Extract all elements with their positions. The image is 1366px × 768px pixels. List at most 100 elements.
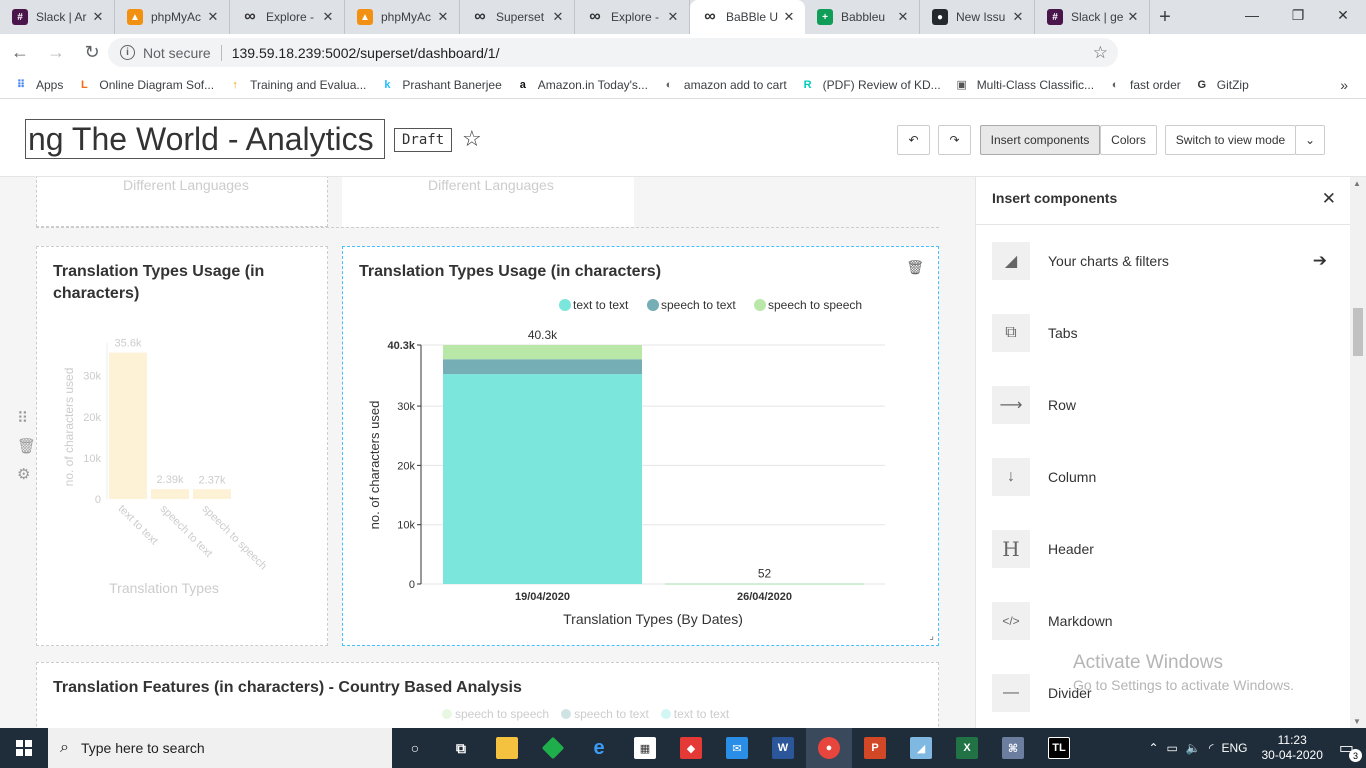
reload-button[interactable]: ↻ — [76, 37, 108, 69]
close-icon[interactable]: ✕ — [1322, 189, 1336, 209]
bookmark-item[interactable]: G GitZip — [1195, 78, 1248, 92]
battery-icon[interactable]: ▭ — [1167, 741, 1178, 755]
bookmark-item[interactable]: L Online Diagram Sof... — [77, 78, 214, 92]
store-icon[interactable]: ▦ — [622, 728, 668, 768]
cortana-icon[interactable]: ○ — [392, 728, 438, 768]
bookmark-item[interactable]: ↑ Training and Evalua... — [228, 78, 366, 92]
resize-handle-icon[interactable]: ⌟ — [929, 631, 934, 642]
browser-tab[interactable]: # Slack | ge ✕ — [1035, 0, 1150, 34]
file-explorer-icon[interactable] — [484, 728, 530, 768]
bookmarks-overflow-icon[interactable]: » — [1340, 77, 1348, 93]
task-view-icon[interactable]: ⧉ — [438, 728, 484, 768]
tab-close-icon[interactable]: ✕ — [205, 9, 221, 25]
scroll-up-icon[interactable]: ▲ — [1353, 179, 1361, 188]
bookmark-item[interactable]: ◐ fast order — [1108, 78, 1181, 92]
word-icon[interactable]: W — [760, 728, 806, 768]
bookmark-item[interactable]: ⠿ Apps — [14, 78, 64, 92]
legend-item[interactable]: text to text — [559, 298, 629, 312]
chart-card[interactable]: Translation Features (in characters) - C… — [36, 662, 939, 728]
legend-item[interactable]: speech to text — [561, 707, 649, 721]
favorite-star-icon[interactable]: ☆ — [462, 126, 482, 152]
tl-app-icon[interactable]: TL — [1036, 728, 1082, 768]
close-window-button[interactable]: ✕ — [1320, 0, 1366, 30]
windows-start-button[interactable] — [0, 728, 48, 768]
excel-icon[interactable]: X — [944, 728, 990, 768]
panel-scrollbar[interactable]: ▲ ▼ — [1350, 177, 1366, 728]
browser-tab[interactable]: ∞ BaBBle U ✕ — [690, 0, 805, 34]
tab-close-icon[interactable]: ✕ — [435, 9, 451, 25]
bookmark-item[interactable]: a Amazon.in Today's... — [516, 78, 648, 92]
minimize-button[interactable]: — — [1229, 0, 1275, 30]
tab-close-icon[interactable]: ✕ — [1125, 9, 1141, 25]
legend-item[interactable]: speech to speech — [754, 298, 862, 312]
tab-close-icon[interactable]: ✕ — [90, 9, 106, 25]
scroll-down-icon[interactable]: ▼ — [1353, 717, 1361, 726]
volume-icon[interactable]: 🔈 — [1186, 741, 1201, 755]
clock[interactable]: 11:23 30-04-2020 — [1261, 733, 1322, 763]
bookmark-item[interactable]: k Prashant Banerjee — [380, 78, 501, 92]
insert-component-item[interactable]: ⟶ Row — [992, 385, 1337, 425]
scrollbar-thumb[interactable] — [1353, 308, 1363, 356]
browser-tab[interactable]: ▲ phpMyAc ✕ — [115, 0, 230, 34]
trash-icon[interactable]: 🗑 — [17, 437, 36, 455]
dashboard-title-input[interactable]: ng The World - Analytics — [25, 119, 385, 159]
chart-card[interactable]: Translation Types Usage (in characters) … — [36, 246, 328, 646]
app-icon[interactable] — [530, 728, 576, 768]
omnibox[interactable]: i Not secure 139.59.18.239:5002/superset… — [108, 38, 1118, 67]
security-indicator[interactable]: i Not secure — [120, 45, 211, 61]
edge-icon[interactable]: e — [576, 728, 622, 768]
powerpoint-icon[interactable]: P — [852, 728, 898, 768]
trash-icon[interactable]: 🗑 — [906, 259, 924, 276]
insert-component-item[interactable]: ⧉ Tabs — [992, 313, 1337, 353]
bookmark-star-icon[interactable]: ☆ — [1093, 43, 1108, 63]
more-options-button[interactable]: ⌄ — [1295, 125, 1325, 155]
chart-card[interactable]: Different Languages — [342, 177, 634, 227]
insert-components-button[interactable]: Insert components — [980, 125, 1100, 155]
bookmark-item[interactable]: ▣ Multi-Class Classific... — [955, 78, 1094, 92]
insert-component-item[interactable]: H Header — [992, 529, 1337, 569]
legend-item[interactable]: text to text — [660, 707, 729, 721]
bookmark-item[interactable]: R (PDF) Review of KD... — [801, 78, 941, 92]
tab-close-icon[interactable]: ✕ — [895, 9, 911, 25]
tab-close-icon[interactable]: ✕ — [665, 9, 681, 25]
legend-item[interactable]: speech to speech — [442, 707, 549, 721]
forward-button[interactable]: → — [40, 37, 72, 69]
browser-tab[interactable]: ∞ Superset ✕ — [460, 0, 575, 34]
back-button[interactable]: ← — [4, 37, 36, 69]
insert-component-item[interactable]: ◢ Your charts & filters ➔ — [992, 241, 1337, 281]
chart-card-selected[interactable]: Translation Types Usage (in characters) … — [342, 246, 939, 646]
undo-button[interactable]: ↶ — [897, 125, 930, 155]
browser-tab[interactable]: # Slack | Ar ✕ — [0, 0, 115, 34]
redo-button[interactable]: ↷ — [938, 125, 971, 155]
new-tab-button[interactable]: + — [1150, 0, 1180, 34]
legend-item[interactable]: speech to text — [647, 298, 736, 312]
app-icon[interactable]: ◢ — [898, 728, 944, 768]
insert-component-item[interactable]: </> Markdown — [992, 601, 1337, 641]
notification-center-icon[interactable]: ▭ 3 — [1339, 738, 1362, 762]
wifi-icon[interactable]: ◜ — [1209, 741, 1214, 755]
network-app-icon[interactable]: ⌘ — [990, 728, 1036, 768]
switch-to-view-mode-button[interactable]: Switch to view mode — [1165, 125, 1296, 155]
language-indicator[interactable]: ENG — [1221, 741, 1247, 755]
colors-button[interactable]: Colors — [1100, 125, 1157, 155]
gear-icon[interactable]: ⚙ — [17, 465, 30, 483]
tab-close-icon[interactable]: ✕ — [320, 9, 336, 25]
maximize-button[interactable]: ❐ — [1275, 0, 1321, 30]
browser-tab[interactable]: ∞ Explore - ✕ — [575, 0, 690, 34]
chrome-icon[interactable]: ● — [806, 728, 852, 768]
chevron-up-icon[interactable]: ⌃ — [1148, 741, 1158, 755]
browser-tab[interactable]: + Babbleu ✕ — [805, 0, 920, 34]
browser-tab[interactable]: ∞ Explore - ✕ — [230, 0, 345, 34]
tab-close-icon[interactable]: ✕ — [1010, 9, 1026, 25]
mail-icon[interactable]: ✉ — [714, 728, 760, 768]
tab-close-icon[interactable]: ✕ — [550, 9, 566, 25]
draft-badge[interactable]: Draft — [394, 128, 453, 152]
bookmark-item[interactable]: ◐ amazon add to cart — [662, 78, 787, 92]
browser-tab[interactable]: ▲ phpMyAc ✕ — [345, 0, 460, 34]
taskbar-search-box[interactable]: ⌕ Type here to search — [48, 728, 392, 768]
drag-handle-icon[interactable]: ⠿ — [17, 409, 28, 427]
anydesk-icon[interactable]: ◆ — [668, 728, 714, 768]
insert-component-item[interactable]: ↓ Column — [992, 457, 1337, 497]
tab-close-icon[interactable]: ✕ — [781, 9, 797, 25]
browser-tab[interactable]: ● New Issu ✕ — [920, 0, 1035, 34]
